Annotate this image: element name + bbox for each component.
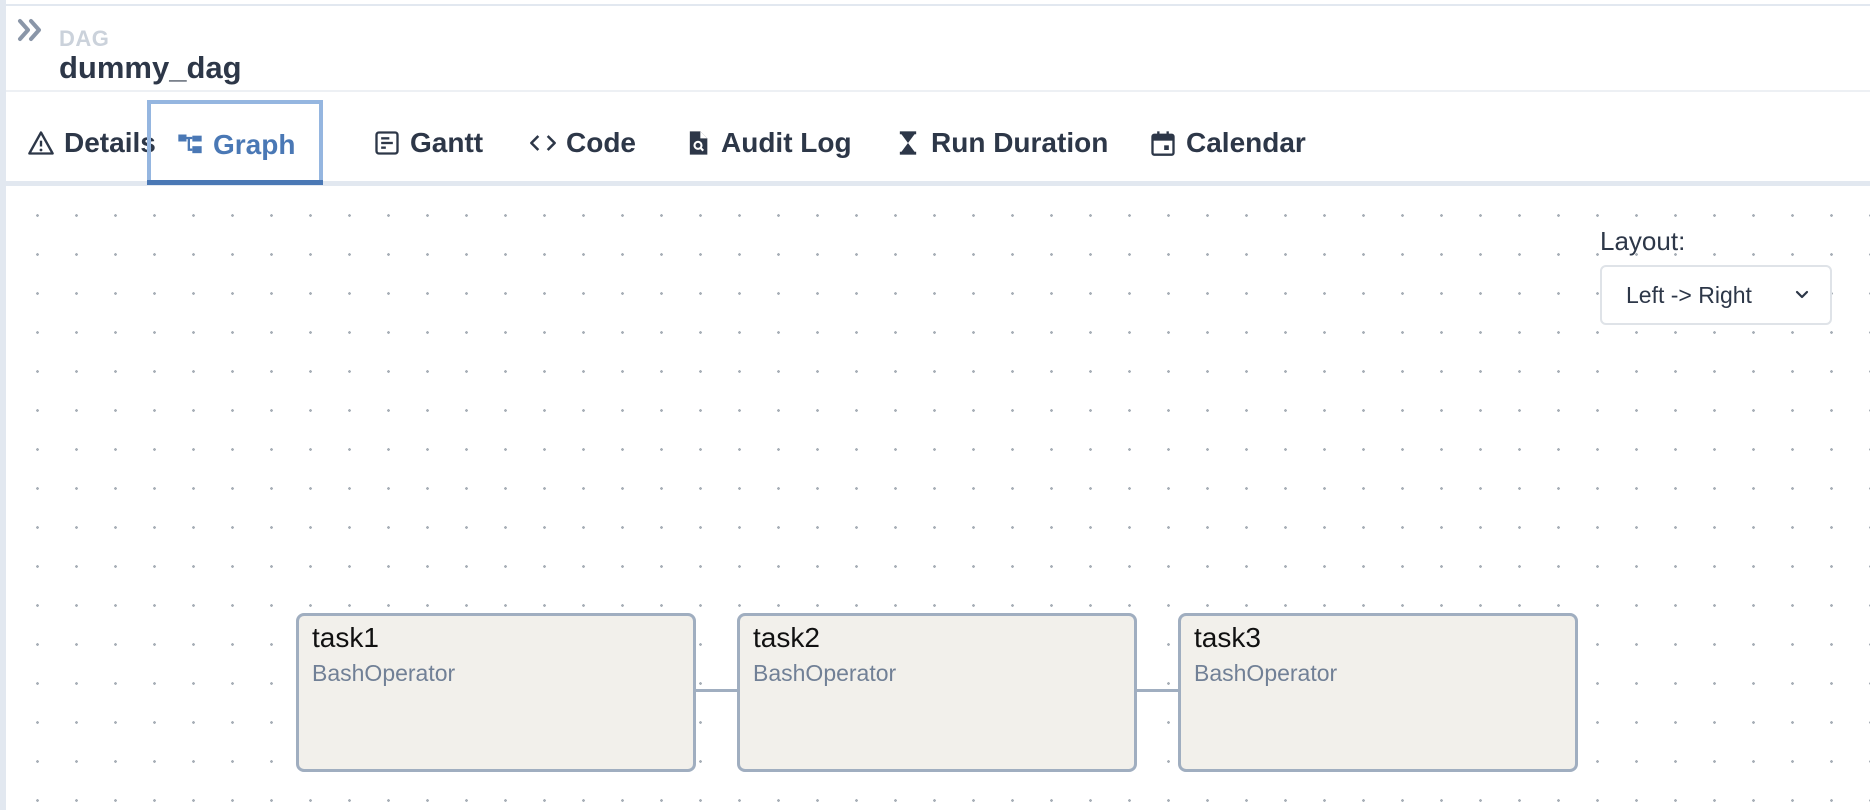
tab-audit-log[interactable]: Audit Log	[683, 100, 852, 185]
layout-label: Layout:	[1600, 226, 1686, 256]
tab-label: Details	[64, 126, 156, 158]
tab-label: Run Duration	[931, 126, 1109, 158]
dag-header: DAG dummy_dag	[6, 6, 1870, 92]
task-node-task3[interactable]: task3 BashOperator	[1178, 613, 1578, 772]
warning-triangle-icon	[26, 128, 56, 158]
task-operator: BashOperator	[312, 660, 456, 686]
edge-task2-task3	[1137, 689, 1182, 692]
tab-label: Audit Log	[721, 126, 852, 158]
gantt-icon	[372, 128, 402, 158]
breadcrumb-label: DAG	[59, 26, 110, 51]
double-chevron-right-icon	[18, 19, 41, 41]
graph-icon	[175, 130, 205, 160]
collapse-sidebar-button[interactable]	[16, 18, 46, 42]
task-node-task2[interactable]: task2 BashOperator	[737, 613, 1137, 772]
task-node-task1[interactable]: task1 BashOperator	[296, 613, 696, 772]
tab-label: Code	[566, 126, 636, 158]
file-search-icon	[683, 128, 713, 158]
tab-code[interactable]: Code	[528, 100, 636, 185]
chevron-down-icon	[1795, 290, 1809, 299]
tab-gantt[interactable]: Gantt	[372, 100, 483, 185]
tab-details[interactable]: Details	[26, 100, 156, 185]
hourglass-icon	[893, 128, 923, 158]
layout-select[interactable]: Left -> Right	[1600, 265, 1832, 325]
tab-calendar[interactable]: Calendar	[1148, 100, 1306, 185]
tab-run-duration[interactable]: Run Duration	[893, 100, 1108, 185]
tab-label: Calendar	[1186, 126, 1306, 158]
task-id: task1	[312, 622, 379, 653]
tab-label: Gantt	[410, 126, 484, 158]
tab-label: Graph	[213, 128, 296, 160]
task-operator: BashOperator	[753, 660, 897, 686]
layout-select-value: Left -> Right	[1626, 281, 1752, 308]
code-icon	[528, 128, 558, 158]
layout-control: Layout: Left -> Right	[1600, 226, 1832, 325]
tab-bar: Details Graph Gantt Code Audit Log Run D…	[6, 92, 1870, 186]
calendar-icon	[1148, 128, 1178, 158]
page-title: dummy_dag	[59, 50, 242, 85]
graph-canvas[interactable]: Layout: Left -> Right task1 BashOperator…	[6, 186, 1870, 810]
task-operator: BashOperator	[1194, 660, 1338, 686]
task-id: task3	[1194, 622, 1261, 653]
tab-graph[interactable]: Graph	[147, 100, 324, 185]
edge-task1-task2	[696, 689, 741, 692]
task-id: task2	[753, 622, 820, 653]
